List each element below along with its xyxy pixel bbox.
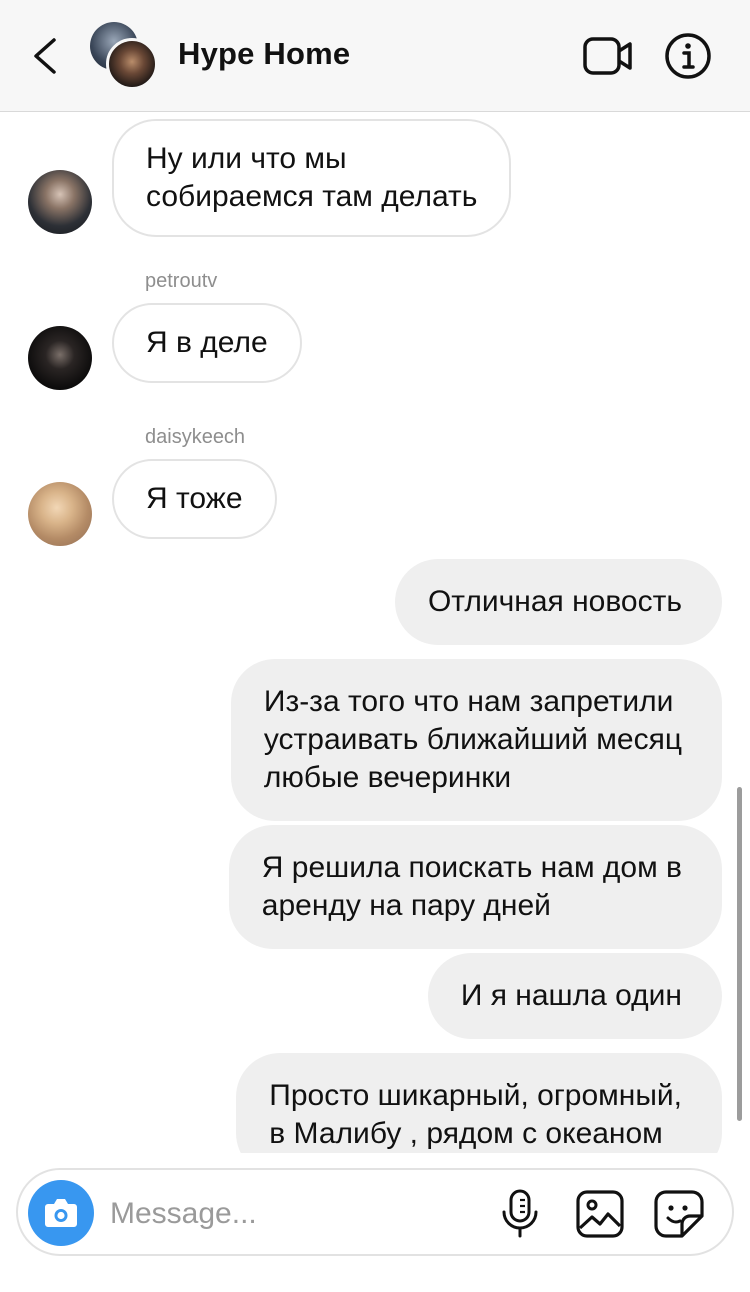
- message-bubble-incoming[interactable]: Я в деле: [112, 303, 302, 383]
- image-gallery-icon: [576, 1190, 624, 1238]
- sender-name: petroutv: [145, 270, 218, 292]
- chat-title[interactable]: Hype Home: [178, 36, 350, 72]
- camera-icon: [45, 1199, 77, 1227]
- message-composer: [16, 1168, 734, 1256]
- sender-avatar[interactable]: [28, 482, 92, 546]
- sticker-button[interactable]: [652, 1188, 706, 1240]
- message-line: Ну или что мы: [146, 142, 347, 175]
- message-thread[interactable]: Ну или что мы собираемся там делать petr…: [0, 113, 750, 1153]
- info-button[interactable]: [664, 32, 712, 80]
- message-line: Я тоже: [146, 482, 243, 515]
- video-camera-icon: [583, 37, 632, 75]
- message-bubble-incoming[interactable]: Ну или что мы собираемся там делать: [112, 119, 512, 237]
- message-line: любые вечеринки: [263, 761, 512, 794]
- sticker-icon: [654, 1190, 704, 1238]
- sender-name: daisykeech: [145, 426, 246, 448]
- group-avatar-front: [106, 38, 158, 90]
- message-line: в Малибу , рядом с океаном: [269, 1117, 663, 1150]
- chevron-left-icon: [34, 38, 56, 74]
- microphone-icon: [502, 1189, 538, 1238]
- chat-header: Hype Home: [0, 0, 750, 112]
- message-bubble-outgoing[interactable]: Я решила поискать нам дом в аренду на па…: [228, 825, 722, 949]
- back-button[interactable]: [24, 28, 68, 84]
- gallery-button[interactable]: [574, 1188, 626, 1240]
- message-line: Просто шикарный, огромный,: [269, 1079, 682, 1112]
- video-call-button[interactable]: [582, 34, 634, 78]
- info-icon: [665, 33, 711, 79]
- message-line: Я в деле: [146, 326, 268, 359]
- message-bubble-outgoing[interactable]: Просто шикарный, огромный, в Малибу , ря…: [236, 1053, 722, 1153]
- message-input[interactable]: [110, 1194, 470, 1234]
- message-line: Отличная новость: [427, 585, 682, 618]
- scrollbar[interactable]: [737, 787, 742, 1121]
- voice-message-button[interactable]: [498, 1188, 542, 1240]
- message-line: устраивать ближайший месяц: [263, 723, 682, 756]
- sender-avatar[interactable]: [28, 326, 92, 390]
- message-line: аренду на пару дней: [261, 889, 551, 922]
- sender-avatar[interactable]: [28, 170, 92, 234]
- group-avatar[interactable]: [90, 22, 160, 92]
- message-line: Я решила поискать нам дом в: [261, 851, 682, 884]
- message-line: И я нашла один: [460, 979, 682, 1012]
- message-line: собираемся там делать: [146, 180, 478, 213]
- camera-button[interactable]: [28, 1180, 94, 1246]
- message-bubble-incoming[interactable]: Я тоже: [112, 459, 277, 539]
- message-bubble-outgoing[interactable]: Отличная новость: [394, 559, 722, 645]
- message-bubble-outgoing[interactable]: И я нашла один: [427, 953, 722, 1039]
- message-line: Из-за того что нам запретили: [263, 685, 674, 718]
- message-bubble-outgoing[interactable]: Из-за того что нам запретили устраивать …: [230, 659, 722, 821]
